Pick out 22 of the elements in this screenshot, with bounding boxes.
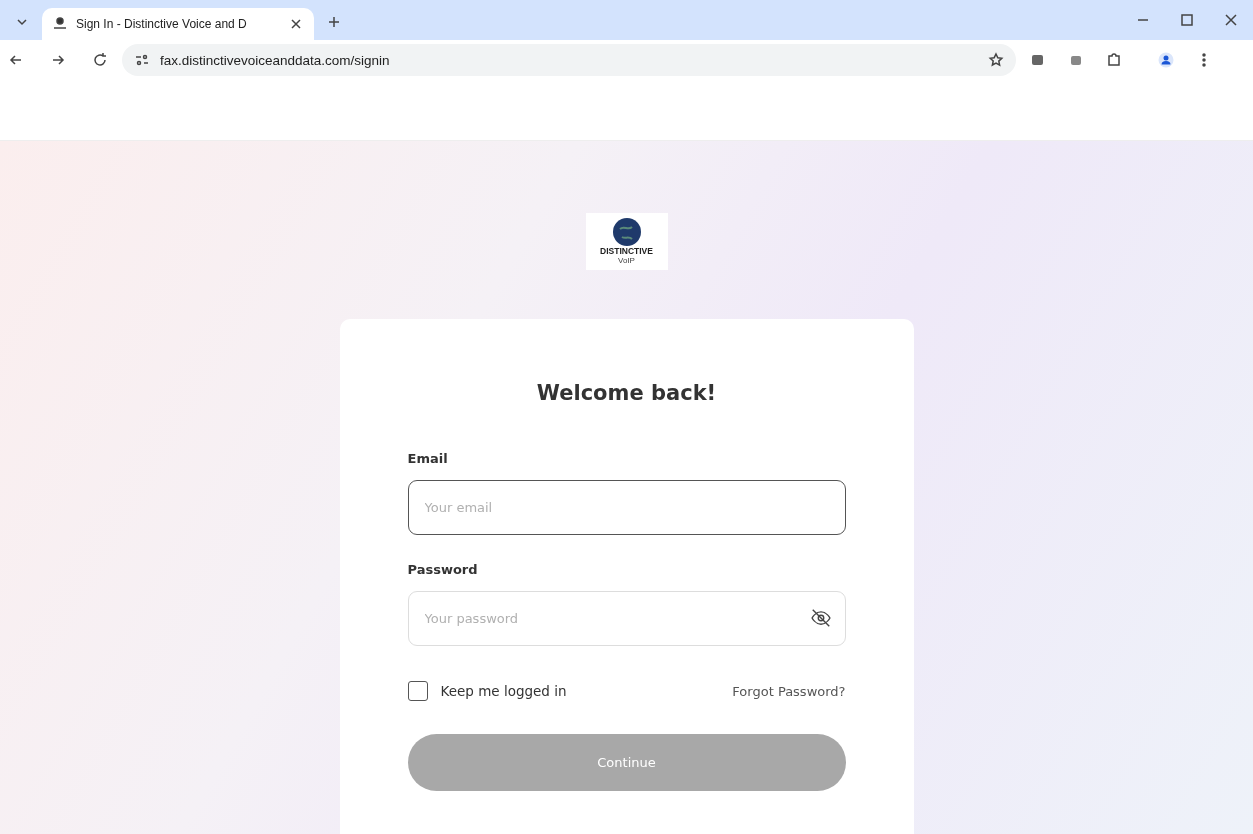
keep-logged-in-checkbox[interactable] (407, 681, 428, 701)
plus-icon (326, 14, 342, 30)
globe-icon (611, 217, 642, 248)
password-field[interactable]: Your password (407, 591, 846, 646)
welcome-heading: Welcome back! (535, 381, 718, 405)
browser-tab[interactable]: Sign In - Distinctive Voice and D (42, 8, 314, 40)
email-field[interactable]: Your email (407, 480, 846, 535)
checkbox-label: Keep me logged in (440, 683, 567, 699)
person-icon (52, 16, 68, 32)
eye-slash-icon[interactable] (809, 607, 832, 629)
address-bar[interactable]: fax.distinctivevoiceanddata.com/signin (122, 44, 1016, 76)
profile-icon[interactable] (1158, 52, 1174, 68)
field-label: Password (407, 562, 479, 577)
forgot-password-link[interactable]: Forgot Password? (732, 683, 846, 699)
maximize-icon (1179, 12, 1195, 28)
reload-icon[interactable] (92, 52, 108, 68)
site-settings-icon (134, 52, 150, 68)
company-logo: DISTINCTIVE VoIP (585, 213, 668, 270)
field-label: Email (407, 451, 449, 466)
star-icon[interactable] (988, 52, 1004, 68)
close-icon (1223, 12, 1239, 28)
minimize-icon (1137, 19, 1149, 21)
